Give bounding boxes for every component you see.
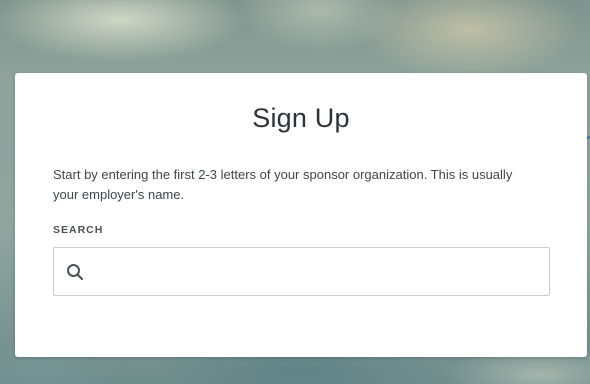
page-title: Sign Up	[252, 103, 350, 133]
signup-description: Start by entering the first 2-3 letters …	[53, 167, 513, 202]
search-field[interactable]	[53, 247, 550, 296]
search-input[interactable]	[94, 256, 539, 288]
search-icon	[66, 263, 84, 281]
search-label: SEARCH	[53, 224, 104, 236]
signup-card: Sign Up Start by entering the first 2-3 …	[15, 73, 587, 357]
